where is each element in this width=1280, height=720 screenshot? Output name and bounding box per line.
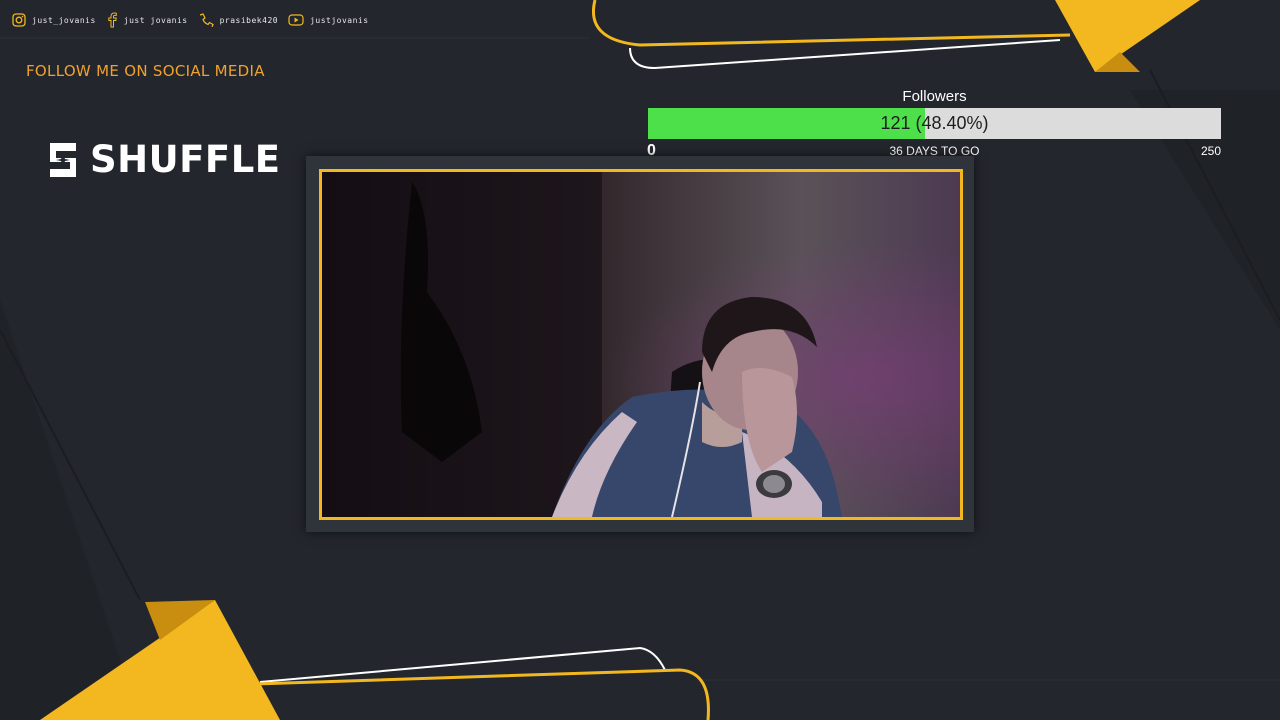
goal-title: Followers bbox=[902, 88, 967, 105]
sponsor-logo: SHUFFLE bbox=[46, 138, 281, 181]
follower-goal-bar: 121 (48.40%) bbox=[648, 108, 1221, 139]
social-label-facebook: just jovanis bbox=[123, 15, 188, 25]
facebook-icon bbox=[108, 12, 117, 28]
social-item-facebook[interactable]: just jovanis bbox=[106, 12, 188, 28]
social-label-youtube: justjovanis bbox=[310, 15, 369, 25]
social-item-instagram[interactable]: just_jovanis bbox=[12, 13, 96, 27]
social-bar: just_jovanis just jovanis prasibek420 ju… bbox=[12, 12, 369, 28]
instagram-icon bbox=[12, 13, 26, 27]
sponsor-name: SHUFFLE bbox=[90, 138, 281, 181]
youtube-icon bbox=[288, 14, 304, 26]
follow-heading: FOLLOW ME ON SOCIAL MEDIA bbox=[26, 62, 265, 80]
goal-max-label: 250 bbox=[1200, 144, 1221, 158]
social-label-phone: prasibek420 bbox=[219, 15, 279, 25]
webcam-image bbox=[322, 172, 960, 517]
social-item-youtube[interactable]: justjovanis bbox=[288, 14, 368, 26]
social-item-phone[interactable]: prasibek420 bbox=[198, 13, 278, 27]
goal-progress-label: 121 (48.40%) bbox=[880, 113, 989, 133]
shuffle-logo-icon bbox=[50, 142, 76, 177]
webcam-feed bbox=[319, 169, 963, 520]
stream-overlay: just_jovanis just jovanis prasibek420 ju… bbox=[0, 0, 1280, 720]
social-label-instagram: just_jovanis bbox=[32, 15, 96, 25]
phone-icon bbox=[199, 13, 214, 27]
